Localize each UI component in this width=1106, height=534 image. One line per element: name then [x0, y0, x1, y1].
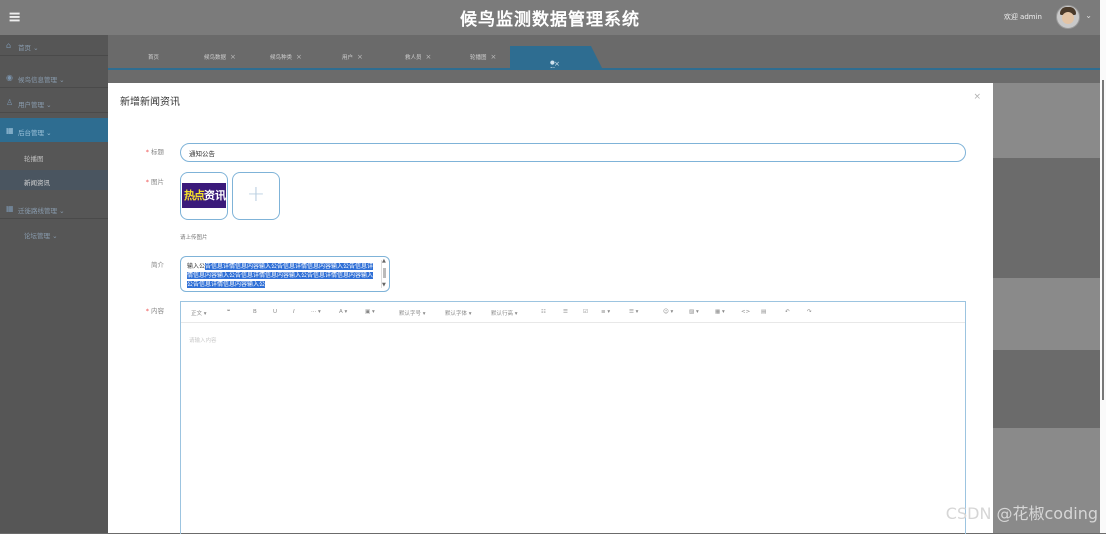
- sidebar-item-users[interactable]: ♙ 用户管理 ⌄: [0, 92, 108, 113]
- tab-label: 轮播图: [470, 55, 487, 61]
- tab-rescuers[interactable]: 救人员 ×: [405, 53, 431, 61]
- more-dropdown[interactable]: ··· ▾: [311, 309, 321, 315]
- tab-users[interactable]: 用户 ×: [342, 53, 363, 61]
- close-icon[interactable]: ×: [491, 53, 497, 61]
- image-label: * 图片: [145, 178, 164, 186]
- sidebar-item-label: 迁徙路线管理: [18, 207, 57, 215]
- tab-label: 救人员: [405, 55, 422, 61]
- paragraph-dropdown[interactable]: 正文 ▾: [191, 309, 207, 317]
- close-icon[interactable]: ×: [230, 53, 236, 61]
- user-icon: ♙: [6, 98, 14, 107]
- summary-selected-text: 告信息详情信息内容输入公告信息详情信息内容输入公告信息详情信息内容输入公告信息详…: [187, 263, 374, 288]
- thumbnail-text: 热点: [184, 189, 205, 202]
- italic-icon[interactable]: I: [293, 309, 295, 315]
- top-header: ≡ 候鸟监测数据管理系统 欢迎 admin ⌄: [0, 0, 1100, 35]
- sidebar-item-label: 候鸟信息管理: [18, 76, 57, 84]
- welcome-text: 欢迎 admin: [1003, 13, 1042, 21]
- title-input[interactable]: 通知公告: [180, 143, 966, 162]
- divider-icon[interactable]: ▤: [761, 309, 766, 315]
- close-icon[interactable]: ×: [296, 53, 302, 61]
- thumbnail-text: 资讯: [204, 189, 226, 202]
- font-size-dropdown[interactable]: 默认字号 ▾: [399, 309, 426, 317]
- sidebar-item-home[interactable]: ⌂ 首页 ⌄: [0, 35, 108, 56]
- tab-news[interactable]: ● 新闻资讯×: [510, 46, 602, 68]
- sidebar-subitem-label: 新闻资讯: [24, 179, 50, 187]
- watermark: CSDN @花椒coding: [945, 504, 1098, 523]
- background-panel: [993, 278, 1100, 350]
- sidebar: ⌂ 首页 ⌄ ◉ 候鸟信息管理 ⌄ ♙ 用户管理 ⌄ ▦ 后台管理 ⌄ 轮播图 …: [0, 35, 108, 533]
- numbered-list-icon[interactable]: ☰: [563, 309, 568, 315]
- tab-carousel[interactable]: 轮播图 ×: [470, 53, 496, 61]
- tab-label: 首页: [148, 55, 160, 61]
- close-icon[interactable]: ×: [973, 92, 981, 102]
- sidebar-item-migration[interactable]: ▦ 迁徙路线管理 ⌄: [0, 198, 108, 219]
- textarea-scrollbar[interactable]: ▲ ▼: [381, 258, 387, 288]
- quote-icon[interactable]: ❝: [227, 309, 230, 315]
- title-label: * 标题: [145, 148, 164, 156]
- tab-bird-data[interactable]: 候鸟数据 ×: [204, 53, 236, 61]
- title-input-value: 通知公告: [189, 150, 215, 158]
- sidebar-item-forum[interactable]: 论坛管理 ⌄: [0, 223, 108, 243]
- add-news-dialog: 新增新闻资讯 × * 标题 通知公告 * 图片 热点 资讯 + 请上传图片 简介 输…: [108, 83, 993, 534]
- font-family-dropdown[interactable]: 默认字体 ▾: [445, 309, 472, 317]
- editor-placeholder: 请输入内容: [189, 338, 217, 344]
- summary-text: 输入公: [187, 263, 206, 270]
- image-icon[interactable]: ▨ ▾: [689, 309, 699, 315]
- font-color-icon[interactable]: A ▾: [339, 309, 347, 315]
- system-title: 候鸟监测数据管理系统: [460, 10, 640, 30]
- close-icon[interactable]: ×: [426, 53, 432, 61]
- tab-label: 用户: [342, 55, 354, 61]
- background-color-icon[interactable]: ▣ ▾: [365, 309, 375, 315]
- sidebar-subitem-carousel[interactable]: 轮播图: [0, 146, 108, 166]
- undo-icon[interactable]: ↶: [785, 309, 790, 315]
- sidebar-item-label: 论坛管理: [24, 232, 50, 240]
- redo-icon[interactable]: ↷: [807, 309, 812, 315]
- background-panel: [993, 83, 1100, 158]
- sidebar-item-label: 用户管理: [18, 101, 44, 109]
- grid-icon: ▦: [6, 126, 14, 135]
- sidebar-subitem-news[interactable]: 新闻资讯: [0, 170, 108, 190]
- gear-icon: ◉: [6, 73, 13, 82]
- home-icon: ⌂: [6, 41, 12, 50]
- upload-hint: 请上传图片: [180, 235, 208, 241]
- dialog-title: 新增新闻资讯: [120, 97, 180, 108]
- tab-bird-species[interactable]: 候鸟种类 ×: [270, 53, 302, 61]
- avatar[interactable]: [1056, 5, 1080, 29]
- bold-icon[interactable]: B: [253, 309, 257, 315]
- add-image-button[interactable]: +: [232, 172, 280, 220]
- code-icon[interactable]: <>: [741, 309, 750, 315]
- underline-icon[interactable]: U: [273, 309, 277, 315]
- close-icon[interactable]: ×: [554, 60, 560, 68]
- chevron-down-icon[interactable]: ⌄: [1085, 11, 1092, 20]
- rich-text-editor[interactable]: 正文 ▾ ❝ B U I ··· ▾ A ▾ ▣ ▾ 默认字号 ▾ 默认字体 ▾…: [180, 301, 966, 534]
- sidebar-item-backend[interactable]: ▦ 后台管理 ⌄: [0, 118, 108, 142]
- content-label: * 内容: [145, 307, 164, 315]
- bullet-list-icon[interactable]: ☷: [541, 309, 546, 315]
- summary-textarea[interactable]: 输入公告信息详情信息内容输入公告信息详情信息内容输入公告信息详情信息内容输入公告…: [180, 256, 390, 292]
- sidebar-item-bird-info[interactable]: ◉ 候鸟信息管理 ⌄: [0, 67, 108, 88]
- grid-icon: ▦: [6, 204, 14, 213]
- line-height-dropdown[interactable]: 默认行高 ▾: [491, 309, 518, 317]
- align-dropdown[interactable]: ≡ ▾: [601, 309, 610, 315]
- indent-dropdown[interactable]: ☰ ▾: [629, 309, 638, 315]
- uploaded-image-thumbnail[interactable]: 热点 资讯: [180, 172, 228, 220]
- sidebar-item-label: 首页: [18, 44, 31, 52]
- table-icon[interactable]: ▦ ▾: [715, 309, 725, 315]
- close-icon[interactable]: ×: [357, 53, 363, 61]
- sidebar-item-label: 后台管理: [18, 129, 44, 137]
- summary-label: 简介: [151, 261, 164, 269]
- plus-icon: +: [246, 182, 266, 207]
- todo-icon[interactable]: ☑: [583, 309, 588, 315]
- emoji-icon[interactable]: ☺ ▾: [663, 309, 673, 315]
- editor-toolbar: 正文 ▾ ❝ B U I ··· ▾ A ▾ ▣ ▾ 默认字号 ▾ 默认字体 ▾…: [181, 302, 965, 323]
- tab-home[interactable]: 首页: [148, 53, 159, 61]
- page-scrollbar[interactable]: [1100, 0, 1106, 533]
- tab-label: 候鸟种类: [270, 55, 293, 61]
- tab-label: 候鸟数据: [204, 55, 227, 61]
- sidebar-subitem-label: 轮播图: [24, 155, 44, 163]
- tab-bar: 首页 候鸟数据× 候鸟种类× 用户× 救人员× 轮播图× ● 新闻资讯×: [108, 35, 1100, 70]
